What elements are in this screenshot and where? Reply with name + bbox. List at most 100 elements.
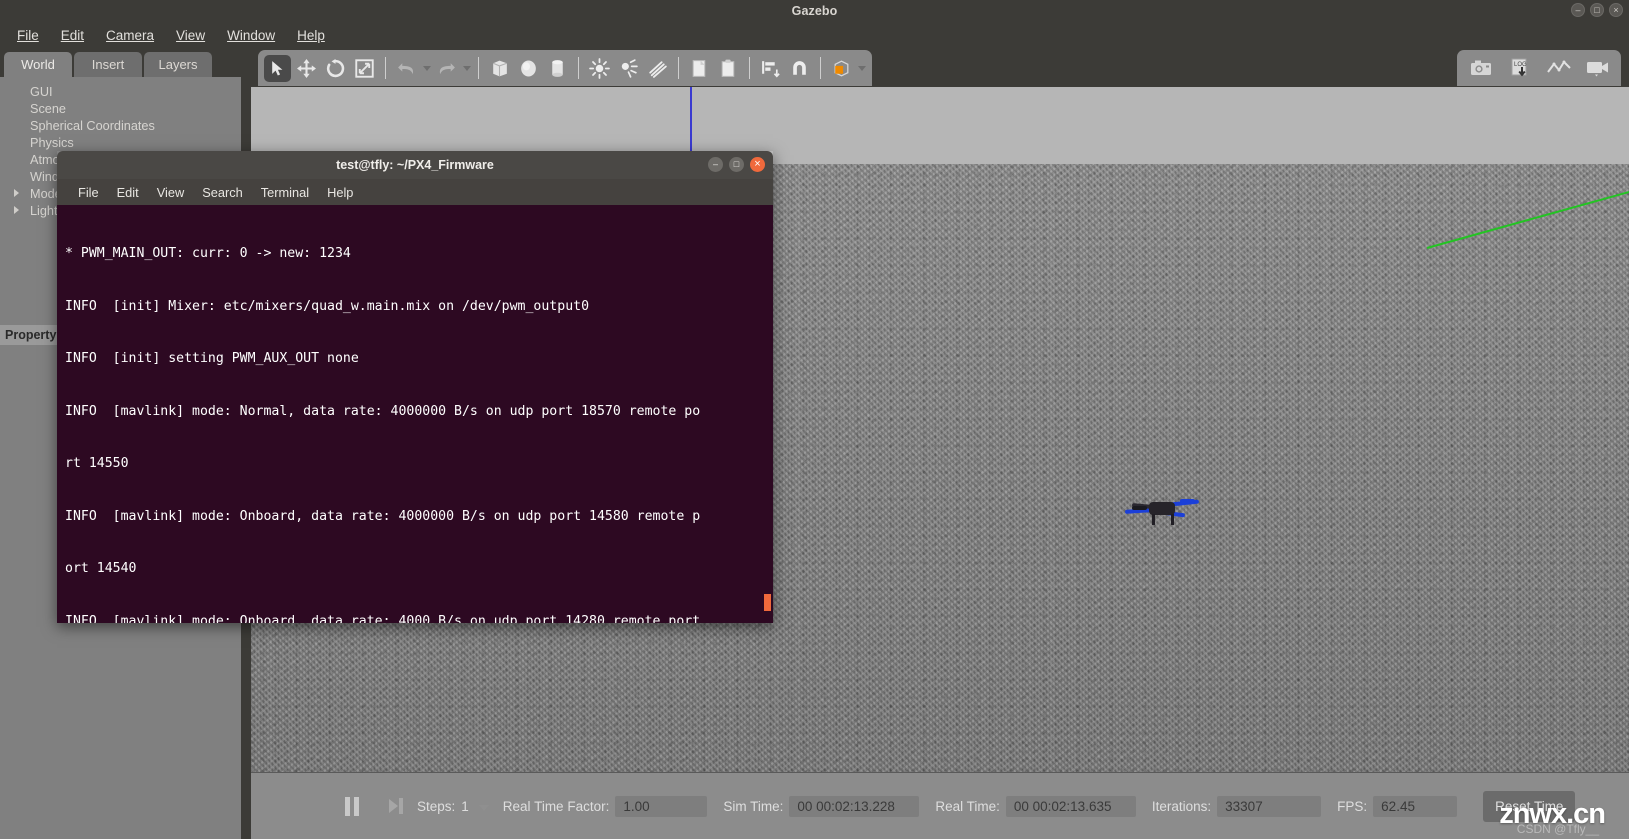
step-forward-icon[interactable] xyxy=(389,798,403,814)
view-angle-cube-icon[interactable] xyxy=(828,55,855,82)
terminal-title: test@tfly: ~/PX4_Firmware xyxy=(336,158,494,172)
directional-light-icon[interactable] xyxy=(644,55,671,82)
terminal-menu-search[interactable]: Search xyxy=(193,185,252,200)
terminal-line: INFO [mavlink] mode: Onboard, data rate:… xyxy=(65,613,701,624)
terminal-cursor xyxy=(764,594,771,611)
terminal-titlebar[interactable]: test@tfly: ~/PX4_Firmware – □ × xyxy=(57,151,773,179)
toolbar-left-group xyxy=(258,50,872,86)
log-download-icon[interactable]: LOG xyxy=(1506,55,1533,82)
tree-item-scene[interactable]: Scene xyxy=(0,100,241,117)
cylinder-shape-icon[interactable] xyxy=(544,55,571,82)
terminal-line: INFO [mavlink] mode: Normal, data rate: … xyxy=(65,403,701,419)
toolbar-separator xyxy=(820,57,821,79)
terminal-minimize-button[interactable]: – xyxy=(708,157,723,172)
terminal-menu-help[interactable]: Help xyxy=(318,185,362,200)
pause-icon[interactable] xyxy=(345,796,359,816)
menu-view-label: View xyxy=(176,27,206,43)
menu-help-label: Help xyxy=(297,27,325,43)
toolbar-separator xyxy=(478,57,479,79)
toolbar-separator xyxy=(678,57,679,79)
tree-item-label: Scene xyxy=(30,101,66,116)
terminal-line: ort 14540 xyxy=(65,561,137,576)
steps-value: 1 xyxy=(461,798,469,814)
tree-item-label: Physics xyxy=(30,135,74,150)
real-time-value: 00 00:02:13.635 xyxy=(1005,795,1136,817)
translate-move-icon[interactable] xyxy=(293,55,320,82)
menu-view[interactable]: View xyxy=(165,26,216,45)
drone-model[interactable] xyxy=(1123,490,1200,526)
terminal-maximize-button[interactable]: □ xyxy=(729,157,744,172)
reset-time-button[interactable]: Reset Time xyxy=(1483,790,1576,822)
rotate-icon[interactable] xyxy=(322,55,349,82)
real-time-factor-value: 1.00 xyxy=(615,795,708,817)
tree-item-physics[interactable]: Physics xyxy=(0,134,241,151)
terminal-line: * PWM_MAIN_OUT: curr: 0 -> new: 1234 xyxy=(65,246,351,261)
terminal-window-controls: – □ × xyxy=(708,157,765,172)
tree-item-gui[interactable]: GUI xyxy=(0,83,241,100)
menu-camera[interactable]: Camera xyxy=(95,26,165,45)
terminal-menu-terminal[interactable]: Terminal xyxy=(252,185,318,200)
iterations-label: Iterations: xyxy=(1151,798,1212,814)
real-time-label: Real Time: xyxy=(935,798,1000,814)
toolbar-separator xyxy=(578,57,579,79)
steps-dropdown-caret-icon[interactable] xyxy=(478,804,489,811)
align-icon[interactable] xyxy=(757,55,784,82)
point-light-icon[interactable] xyxy=(586,55,613,82)
terminal-line: INFO [init] Mixer: etc/mixers/quad_w.mai… xyxy=(65,298,590,314)
terminal-menubar: File Edit View Search Terminal Help xyxy=(57,179,773,205)
steps-label: Steps: xyxy=(417,798,456,814)
menu-edit[interactable]: Edit xyxy=(50,26,95,45)
box-shape-icon[interactable] xyxy=(486,55,513,82)
screenshot-camera-icon[interactable] xyxy=(1467,55,1494,82)
scale-icon[interactable] xyxy=(351,55,378,82)
terminal-close-button[interactable]: × xyxy=(750,157,765,172)
property-tab[interactable]: Property xyxy=(0,325,62,345)
window-close-button[interactable]: × xyxy=(1609,3,1623,17)
window-maximize-button[interactable]: □ xyxy=(1590,3,1604,17)
toolbar-separator xyxy=(385,57,386,79)
view-angle-caret-icon[interactable] xyxy=(858,65,866,71)
chevron-right-icon[interactable] xyxy=(14,189,19,197)
redo-dropdown-caret-icon[interactable] xyxy=(463,65,471,71)
menu-file[interactable]: File xyxy=(6,26,50,45)
snap-magnet-icon[interactable] xyxy=(786,55,813,82)
fps-label: FPS: xyxy=(1337,798,1368,814)
spot-light-icon[interactable] xyxy=(615,55,642,82)
redo-icon[interactable] xyxy=(433,55,460,82)
iterations-value: 33307 xyxy=(1217,795,1322,817)
main-toolbar: LOG xyxy=(241,49,1629,87)
plot-graph-icon[interactable] xyxy=(1545,55,1572,82)
undo-icon[interactable] xyxy=(393,55,420,82)
tab-insert[interactable]: Insert xyxy=(74,52,142,77)
terminal-output[interactable]: * PWM_MAIN_OUT: curr: 0 -> new: 1234 INF… xyxy=(57,205,773,623)
chevron-right-icon[interactable] xyxy=(14,206,19,214)
terminal-window[interactable]: test@tfly: ~/PX4_Firmware – □ × File Edi… xyxy=(57,151,773,623)
video-record-icon[interactable] xyxy=(1584,55,1611,82)
terminal-menu-file[interactable]: File xyxy=(69,185,108,200)
undo-dropdown-caret-icon[interactable] xyxy=(423,65,431,71)
toolbar-separator xyxy=(749,57,750,79)
tree-item-label: Spherical Coordinates xyxy=(30,118,155,133)
copy-icon[interactable] xyxy=(686,55,713,82)
terminal-line: INFO [mavlink] mode: Onboard, data rate:… xyxy=(65,508,701,524)
terminal-line: INFO [init] setting PWM_AUX_OUT none xyxy=(65,351,359,366)
menu-window-label: Window xyxy=(227,27,276,43)
terminal-menu-view[interactable]: View xyxy=(148,185,194,200)
paste-icon[interactable] xyxy=(715,55,742,82)
menu-help[interactable]: Help xyxy=(286,26,336,45)
gazebo-application-window: Gazebo – □ × File Edit Camera View Windo… xyxy=(0,0,1629,839)
terminal-menu-edit[interactable]: Edit xyxy=(108,185,148,200)
tree-item-spherical-coordinates[interactable]: Spherical Coordinates xyxy=(0,117,241,134)
tab-world[interactable]: World xyxy=(4,52,72,77)
drone-leg xyxy=(1171,514,1174,525)
tree-item-label: GUI xyxy=(30,84,53,99)
real-time-factor-label: Real Time Factor: xyxy=(502,798,610,814)
window-minimize-button[interactable]: – xyxy=(1571,3,1585,17)
tab-layers[interactable]: Layers xyxy=(144,52,212,77)
window-controls: – □ × xyxy=(1571,3,1623,17)
sphere-shape-icon[interactable] xyxy=(515,55,542,82)
drone-rotor xyxy=(1132,506,1147,510)
select-arrow-icon[interactable] xyxy=(264,54,291,82)
menu-window[interactable]: Window xyxy=(216,26,286,45)
fps-value: 62.45 xyxy=(1373,795,1458,817)
